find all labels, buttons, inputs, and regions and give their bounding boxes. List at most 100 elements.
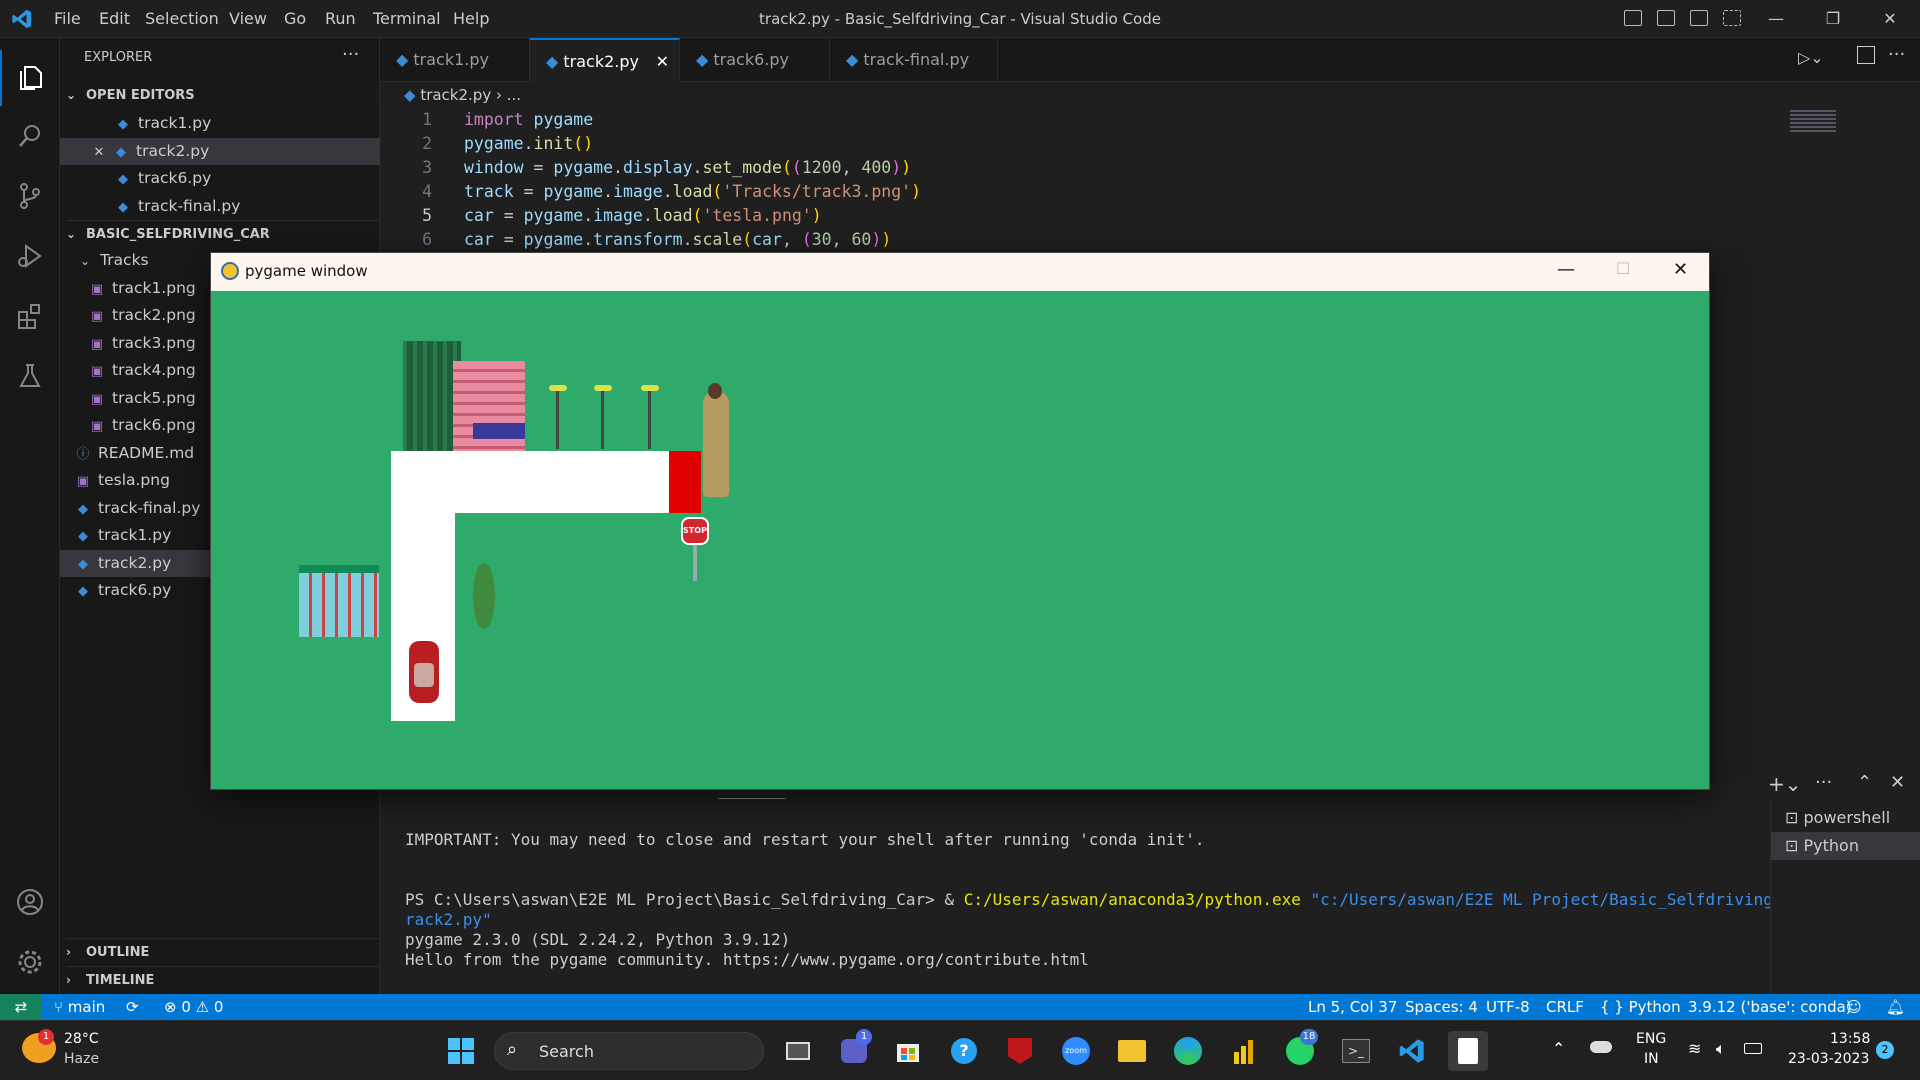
- remote-icon[interactable]: ⇄: [0, 994, 42, 1020]
- code-editor[interactable]: 1 2 3 4 5 6 import pygame pygame.init() …: [380, 108, 1920, 249]
- file-explorer-icon[interactable]: [1112, 1031, 1152, 1071]
- tab-track2[interactable]: ◆ track2.py ✕: [530, 38, 680, 82]
- battery-icon[interactable]: [1744, 1043, 1762, 1054]
- maximize-panel-icon[interactable]: ⌃: [1857, 772, 1872, 793]
- terminal-output[interactable]: IMPORTANT: You may need to close and res…: [380, 780, 1831, 994]
- vscode-taskbar-icon[interactable]: [1392, 1031, 1432, 1071]
- open-editor-track1[interactable]: ◆ track1.py: [60, 110, 380, 138]
- open-editor-track6[interactable]: ◆ track6.py: [60, 165, 380, 193]
- menu-file[interactable]: File: [54, 0, 81, 38]
- new-terminal-icon[interactable]: +⌄: [1768, 772, 1802, 796]
- extensions-icon[interactable]: [0, 288, 60, 344]
- close-window-icon[interactable]: ✕: [1879, 8, 1901, 30]
- mcafee-icon[interactable]: [1000, 1031, 1040, 1071]
- testing-icon[interactable]: [0, 348, 60, 404]
- python-file-icon: ◆: [846, 50, 864, 69]
- toggle-panel-icon[interactable]: [1657, 10, 1675, 26]
- notification-center-badge[interactable]: 2: [1876, 1041, 1894, 1059]
- cursor-position[interactable]: Ln 5, Col 37: [1308, 994, 1397, 1020]
- language-mode[interactable]: { } Python: [1600, 994, 1681, 1020]
- clock-date[interactable]: 23-03-2023: [1788, 1051, 1869, 1067]
- terminal-more-icon[interactable]: ···: [1815, 772, 1832, 793]
- terminal-item-python[interactable]: ⊡ Python: [1771, 832, 1920, 860]
- editor-more-icon[interactable]: ···: [1888, 44, 1905, 65]
- menu-edit[interactable]: Edit: [99, 0, 130, 38]
- terminal-item-powershell[interactable]: ⊡ powershell: [1771, 804, 1920, 832]
- menu-terminal[interactable]: Terminal: [373, 0, 441, 38]
- tab-track-final[interactable]: ◆ track-final.py: [830, 38, 998, 82]
- restore-icon[interactable]: ❐: [1822, 8, 1844, 30]
- street-lamp: [601, 389, 604, 449]
- notepad-icon[interactable]: [1448, 1031, 1488, 1071]
- breadcrumb-file[interactable]: track2.py: [420, 86, 491, 104]
- pygame-close-icon[interactable]: ✕: [1673, 259, 1688, 280]
- menu-run[interactable]: Run: [325, 0, 356, 38]
- wifi-icon[interactable]: ≋: [1688, 1039, 1701, 1058]
- toggle-sidebar-icon[interactable]: [1624, 10, 1642, 26]
- power-bi-icon[interactable]: [1224, 1031, 1264, 1071]
- minimap[interactable]: [1790, 110, 1836, 132]
- open-editors-label: OPEN EDITORS: [86, 88, 195, 103]
- open-editor-track-final[interactable]: ◆ track-final.py: [60, 193, 380, 221]
- problems-indicator[interactable]: ⊗ 0 ⚠ 0: [164, 994, 223, 1020]
- close-panel-icon[interactable]: ✕: [1890, 772, 1905, 793]
- start-button[interactable]: [441, 1031, 481, 1071]
- zoom-icon[interactable]: zoom: [1056, 1031, 1096, 1071]
- customize-layout-icon[interactable]: [1723, 10, 1741, 26]
- search-icon[interactable]: [0, 108, 60, 164]
- line-ending[interactable]: CRLF: [1546, 994, 1584, 1020]
- run-debug-icon[interactable]: [0, 228, 60, 284]
- open-editors-section[interactable]: ⌄ OPEN EDITORS: [66, 82, 380, 108]
- more-actions-icon[interactable]: ···: [342, 44, 359, 65]
- edge-browser-icon[interactable]: [1168, 1031, 1208, 1071]
- task-view-icon[interactable]: [778, 1031, 818, 1071]
- microsoft-store-icon[interactable]: [888, 1031, 928, 1071]
- branch-indicator[interactable]: ⑂ main: [54, 994, 105, 1020]
- feedback-icon[interactable]: ☺: [1846, 994, 1862, 1020]
- tab-track1[interactable]: ◆ track1.py: [380, 38, 530, 82]
- tab-track6[interactable]: ◆ track6.py: [680, 38, 830, 82]
- street-lamp: [648, 389, 651, 449]
- accounts-icon[interactable]: [0, 874, 60, 930]
- encoding[interactable]: UTF-8: [1486, 994, 1530, 1020]
- language-eng[interactable]: ENG: [1636, 1031, 1666, 1047]
- close-editor-icon[interactable]: ✕: [92, 139, 106, 167]
- terminal-list: ⊡ powershell ⊡ Python: [1770, 800, 1920, 994]
- sync-icon[interactable]: ⟳: [126, 994, 139, 1020]
- pygame-window[interactable]: pygame window — ☐ ✕ STOP: [210, 252, 1710, 790]
- code-line-3: window = pygame.display.set_mode((1200, …: [464, 158, 912, 177]
- taskbar-search[interactable]: ⌕ Search: [494, 1032, 764, 1070]
- notifications-bell-icon[interactable]: 🔔︎: [1886, 994, 1905, 1020]
- timeline-section[interactable]: › TIMELINE: [66, 966, 380, 992]
- breadcrumb-more[interactable]: ...: [507, 86, 521, 104]
- source-control-icon[interactable]: [0, 168, 60, 224]
- project-section[interactable]: ⌄ BASIC_SELFDRIVING_CAR: [66, 220, 380, 246]
- python-interpreter[interactable]: 3.9.12 ('base': conda): [1688, 994, 1852, 1020]
- toggle-secondary-sidebar-icon[interactable]: [1690, 10, 1708, 26]
- explorer-icon[interactable]: [0, 50, 60, 106]
- menu-selection[interactable]: Selection: [145, 0, 219, 38]
- open-editor-track2[interactable]: ✕ ◆ track2.py: [60, 137, 380, 167]
- onedrive-icon[interactable]: [1590, 1041, 1612, 1053]
- menu-view[interactable]: View: [229, 0, 267, 38]
- pedestrian-figure: [703, 391, 729, 497]
- weather-temp[interactable]: 28°C: [64, 1031, 99, 1047]
- pygame-minimize-icon[interactable]: —: [1557, 259, 1575, 280]
- run-python-icon[interactable]: ▷⌄: [1798, 48, 1824, 67]
- close-tab-icon[interactable]: ✕: [656, 40, 669, 84]
- language-in[interactable]: IN: [1644, 1051, 1659, 1067]
- menu-help[interactable]: Help: [453, 0, 489, 38]
- clock-time[interactable]: 13:58: [1830, 1031, 1870, 1047]
- outline-section[interactable]: › OUTLINE: [66, 938, 380, 964]
- get-help-icon[interactable]: ?: [944, 1031, 984, 1071]
- weather-condition[interactable]: Haze: [64, 1051, 99, 1067]
- menu-go[interactable]: Go: [284, 0, 306, 38]
- terminal-app-icon[interactable]: >_: [1336, 1031, 1376, 1071]
- tree: [473, 563, 495, 629]
- indentation[interactable]: Spaces: 4: [1405, 994, 1478, 1020]
- volume-icon[interactable]: 🔈︎: [1716, 1039, 1726, 1059]
- settings-gear-icon[interactable]: [0, 934, 60, 990]
- show-hidden-icons[interactable]: ⌃: [1552, 1039, 1565, 1058]
- split-editor-icon[interactable]: [1857, 46, 1875, 64]
- minimize-icon[interactable]: —: [1765, 8, 1787, 30]
